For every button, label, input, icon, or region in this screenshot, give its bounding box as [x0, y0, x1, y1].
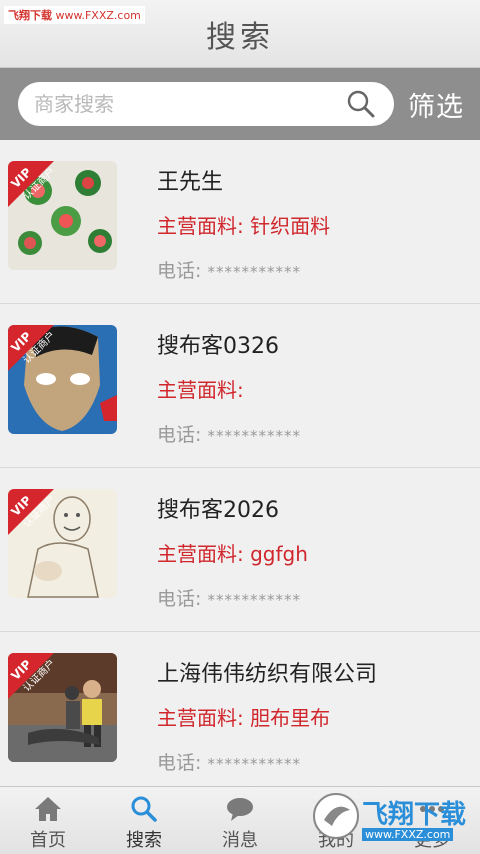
tab-label: 搜索 [126, 830, 162, 851]
search-icon [131, 796, 157, 822]
phone-value: *********** [207, 591, 301, 609]
merchant-item[interactable]: VIP 认证商户 搜布客2026 主营面料: ggfgh 电话: *******… [0, 468, 480, 632]
merchant-phone: 电话: *********** [157, 748, 301, 775]
merchant-avatar: VIP 认证商户 [8, 161, 117, 270]
merchant-list: VIP 认证商户 王先生 主营面料: 针织面料 电话: *********** … [0, 140, 480, 786]
merchant-name: 搜布客2026 [157, 498, 279, 523]
phone-label: 电话: [157, 588, 202, 610]
phone-value: *********** [207, 263, 301, 281]
merchant-phone: 电话: *********** [157, 256, 301, 283]
merchant-avatar: VIP 认证商户 [8, 325, 117, 434]
tab-messages[interactable]: 消息 [192, 787, 288, 854]
watermark-brand: 飞翔下载 [8, 9, 52, 22]
merchant-name: 王先生 [157, 170, 224, 195]
phone-value: *********** [207, 427, 301, 445]
merchant-material: 主营面料: [157, 378, 244, 402]
merchant-name: 上海伟伟纺织有限公司 [157, 662, 378, 687]
watermark-bottom-brand: 飞翔下载 [362, 800, 467, 830]
watermark-url: www.FXXZ.com [55, 9, 141, 22]
merchant-avatar: VIP 认证商户 [8, 489, 117, 598]
chat-bubble-icon [227, 798, 253, 821]
merchant-item[interactable]: VIP 认证商户 上海伟伟纺织有限公司 主营面料: 胆布里布 电话: *****… [0, 632, 480, 786]
merchant-material: 主营面料: 针织面料 [157, 214, 331, 238]
merchant-phone: 电话: *********** [157, 420, 301, 447]
home-icon [35, 797, 61, 821]
watermark-logo-icon [313, 793, 359, 839]
phone-label: 电话: [157, 424, 202, 446]
search-bar: 筛选 [0, 68, 480, 140]
merchant-name: 搜布客0326 [157, 334, 279, 359]
phone-label: 电话: [157, 752, 202, 774]
merchant-item[interactable]: VIP 认证商户 搜布客0326 主营面料: 电话: *********** [0, 304, 480, 468]
merchant-item[interactable]: VIP 认证商户 王先生 主营面料: 针织面料 电话: *********** [0, 140, 480, 304]
tab-home[interactable]: 首页 [0, 787, 96, 854]
filter-button[interactable]: 筛选 [408, 85, 464, 124]
phone-label: 电话: [157, 260, 202, 282]
search-box[interactable] [18, 82, 394, 126]
page-title: 搜索 [206, 19, 274, 55]
search-icon[interactable] [346, 89, 376, 119]
merchant-material: 主营面料: ggfgh [157, 542, 308, 566]
watermark-bottom-url: www.FXXZ.com [362, 828, 454, 841]
merchant-phone: 电话: *********** [157, 584, 301, 611]
tab-search[interactable]: 搜索 [96, 787, 192, 854]
search-input[interactable] [18, 82, 338, 126]
tab-label: 消息 [222, 830, 258, 851]
phone-value: *********** [207, 755, 301, 773]
tab-label: 首页 [30, 830, 66, 851]
merchant-material: 主营面料: 胆布里布 [157, 706, 331, 730]
watermark-bottom: 飞翔下载 www.FXXZ.com [312, 792, 472, 848]
merchant-avatar: VIP 认证商户 [8, 653, 117, 762]
watermark-top: 飞翔下载 www.FXXZ.com [4, 6, 145, 24]
